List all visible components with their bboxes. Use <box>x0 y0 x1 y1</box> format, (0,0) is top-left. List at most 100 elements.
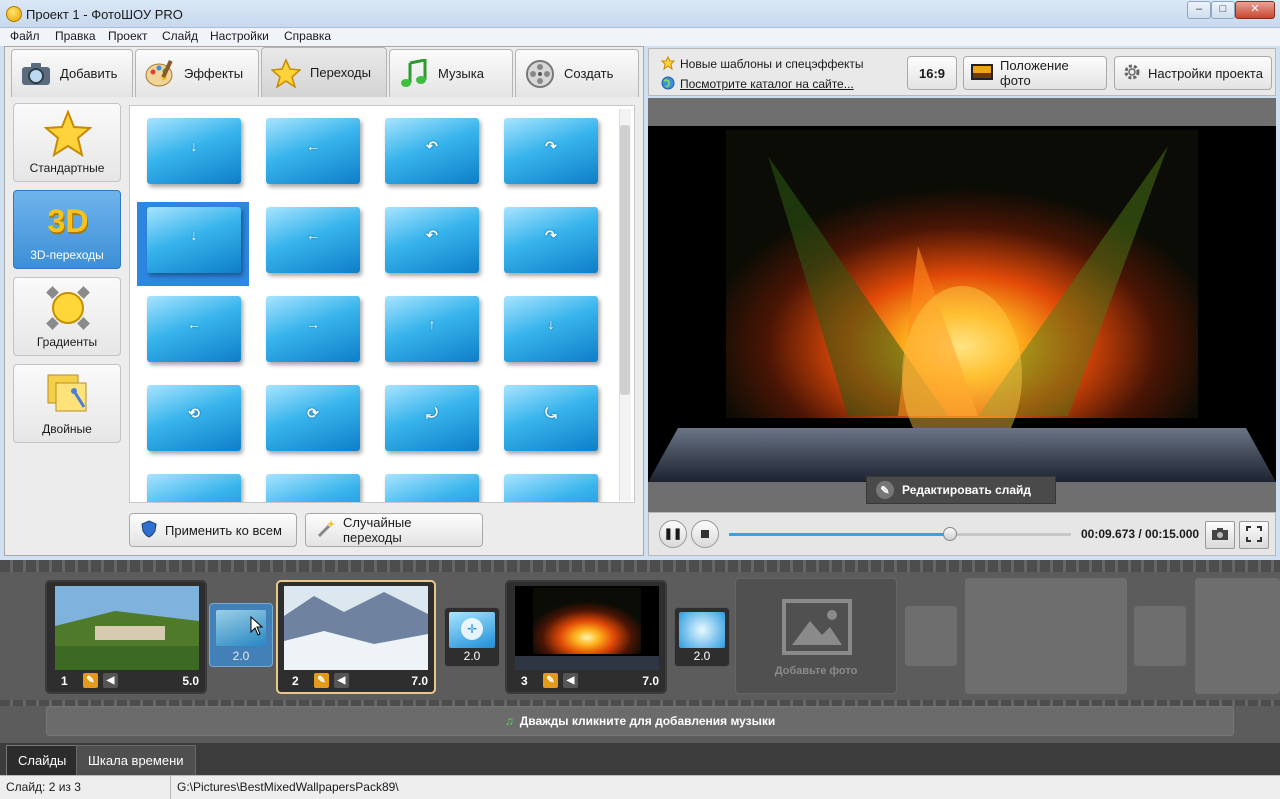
slide-thumbnail <box>515 586 659 670</box>
transition-thumb[interactable]: ↓ <box>504 296 598 362</box>
transition-thumb[interactable] <box>266 474 360 502</box>
arrow-down-icon: ↓ <box>190 227 198 243</box>
maximize-button[interactable]: □ <box>1211 1 1235 19</box>
stop-button[interactable] <box>691 520 719 548</box>
menu-settings[interactable]: Настройки <box>210 29 269 43</box>
curved-arrow-icon: ↶ <box>426 227 438 243</box>
category-double[interactable]: Двойные <box>13 364 121 443</box>
speaker-icon[interactable]: ◀ <box>103 673 118 688</box>
random-transitions-label: Случайные переходы <box>343 515 412 545</box>
slide-duration: 7.0 <box>642 674 659 688</box>
transition-thumb[interactable]: ↶ <box>385 207 479 273</box>
apply-to-all-button[interactable]: Применить ко всем <box>129 513 297 547</box>
menu-slide[interactable]: Слайд <box>162 29 198 43</box>
scrollbar-thumb[interactable] <box>620 125 630 395</box>
slide-card[interactable]: 3 ✎ ◀ 7.0 <box>505 580 667 694</box>
transition-thumb[interactable]: ↶ <box>385 118 479 184</box>
pencil-icon[interactable]: ✎ <box>314 673 329 688</box>
empty-transition-slot <box>1134 606 1186 666</box>
tab-label: Эффекты <box>184 66 244 81</box>
fullscreen-button[interactable] <box>1239 521 1269 549</box>
pencil-icon[interactable]: ✎ <box>543 673 558 688</box>
music-note-icon: ♫ <box>504 714 514 728</box>
photo-icon <box>971 63 993 83</box>
music-track-bar[interactable]: ♫ Дважды кликните для добавления музыки <box>46 706 1234 736</box>
category-gradients[interactable]: Градиенты <box>13 277 121 356</box>
transition-thumb[interactable] <box>147 474 241 502</box>
transition-thumb[interactable]: ↑ <box>385 296 479 362</box>
menu-help[interactable]: Справка <box>284 29 331 43</box>
transition-thumb[interactable]: ⟲ <box>147 385 241 451</box>
tab-add[interactable]: Добавить <box>11 49 133 97</box>
preview-image <box>648 126 1276 482</box>
menu-edit[interactable]: Правка <box>55 29 96 43</box>
menu-bar: Файл Правка Проект Слайд Настройки Справ… <box>0 28 1280 46</box>
catalog-link[interactable]: Посмотрите каталог на сайте... <box>680 77 854 91</box>
mouse-cursor-icon <box>250 615 264 639</box>
transition-thumb[interactable]: ↓ <box>147 118 241 184</box>
title-bar: Проект 1 - ФотоШОУ PRO – □ ✕ <box>0 0 1280 28</box>
tab-slides[interactable]: Слайды <box>6 745 79 775</box>
minimize-button[interactable]: – <box>1187 1 1211 19</box>
arrow-left-icon: ← <box>187 316 201 332</box>
edit-slide-button[interactable]: ✎ Редактировать слайд <box>866 476 1056 504</box>
curved-arrow-icon: ↷ <box>545 227 557 243</box>
random-transitions-button[interactable]: Случайные переходы <box>305 513 483 547</box>
tab-timeline[interactable]: Шкала времени <box>76 745 196 775</box>
transition-thumb[interactable]: ⤿ <box>504 385 598 451</box>
category-standard[interactable]: Стандартные <box>13 103 121 182</box>
view-tabs: Слайды Шкала времени <box>0 743 1280 775</box>
tab-transitions[interactable]: Переходы <box>261 47 387 97</box>
arrow-left-icon: ← <box>306 227 320 243</box>
transition-thumb[interactable]: ← <box>266 207 360 273</box>
tab-create[interactable]: Создать <box>515 49 639 97</box>
pencil-icon[interactable]: ✎ <box>83 673 98 688</box>
slide-preview <box>648 126 1276 482</box>
photo-position-button[interactable]: Положение фото <box>963 56 1107 90</box>
snapshot-button[interactable] <box>1205 521 1235 549</box>
tab-effects[interactable]: Эффекты <box>135 49 259 97</box>
camera-icon <box>1211 527 1229 544</box>
transition-duration: 2.0 <box>463 649 481 663</box>
empty-transition-slot <box>905 606 957 666</box>
close-button[interactable]: ✕ <box>1235 1 1275 19</box>
slide-card-selected[interactable]: 2 ✎ ◀ 7.0 <box>276 580 436 694</box>
arrow-down-icon: ↓ <box>190 138 198 154</box>
progress-track[interactable] <box>729 527 1071 541</box>
category-3d[interactable]: 3D 3D-переходы <box>13 190 121 269</box>
transition-thumb[interactable] <box>385 474 479 502</box>
transition-thumb[interactable]: ↓ <box>147 207 241 273</box>
empty-slide-slot <box>965 578 1127 694</box>
transition-thumb[interactable]: ⟳ <box>266 385 360 451</box>
transition-thumb[interactable]: ⤾ <box>385 385 479 451</box>
transition-thumb-icon: ✛ <box>449 612 495 648</box>
film-reel-icon <box>524 58 556 90</box>
add-photo-slot[interactable]: Добавьте фото <box>735 578 897 694</box>
star-icon <box>660 55 676 73</box>
project-path: G:\Pictures\BestMixedWallpapersPack89\ <box>177 780 399 794</box>
transition-thumb[interactable]: ↷ <box>504 207 598 273</box>
transition-thumb[interactable] <box>504 474 598 502</box>
transition-thumb[interactable]: ↷ <box>504 118 598 184</box>
progress-knob[interactable] <box>942 527 957 541</box>
status-bar: Слайд: 2 из 3 G:\Pictures\BestMixedWallp… <box>0 775 1280 799</box>
slide-card[interactable]: 1 ✎ ◀ 5.0 <box>45 580 207 694</box>
speaker-icon[interactable]: ◀ <box>563 673 578 688</box>
project-settings-button[interactable]: Настройки проекта <box>1114 56 1272 90</box>
transition-slot[interactable]: 2.0 <box>674 607 730 667</box>
slide-number: 1 <box>61 674 68 688</box>
transition-slot[interactable]: ✛ 2.0 <box>444 607 500 667</box>
tab-music[interactable]: Музыка <box>389 49 513 97</box>
speaker-icon[interactable]: ◀ <box>334 673 349 688</box>
app-icon <box>6 6 22 22</box>
magic-wand-icon <box>316 519 336 542</box>
pause-button[interactable]: ❚❚ <box>659 520 687 548</box>
transition-thumb[interactable]: → <box>266 296 360 362</box>
arrow-up-icon: ↑ <box>428 316 436 332</box>
tab-label: Музыка <box>438 66 484 81</box>
menu-project[interactable]: Проект <box>108 29 148 43</box>
aspect-ratio-button[interactable]: 16:9 <box>907 56 957 90</box>
transition-thumb[interactable]: ← <box>266 118 360 184</box>
transition-thumb[interactable]: ← <box>147 296 241 362</box>
menu-file[interactable]: Файл <box>10 29 40 43</box>
